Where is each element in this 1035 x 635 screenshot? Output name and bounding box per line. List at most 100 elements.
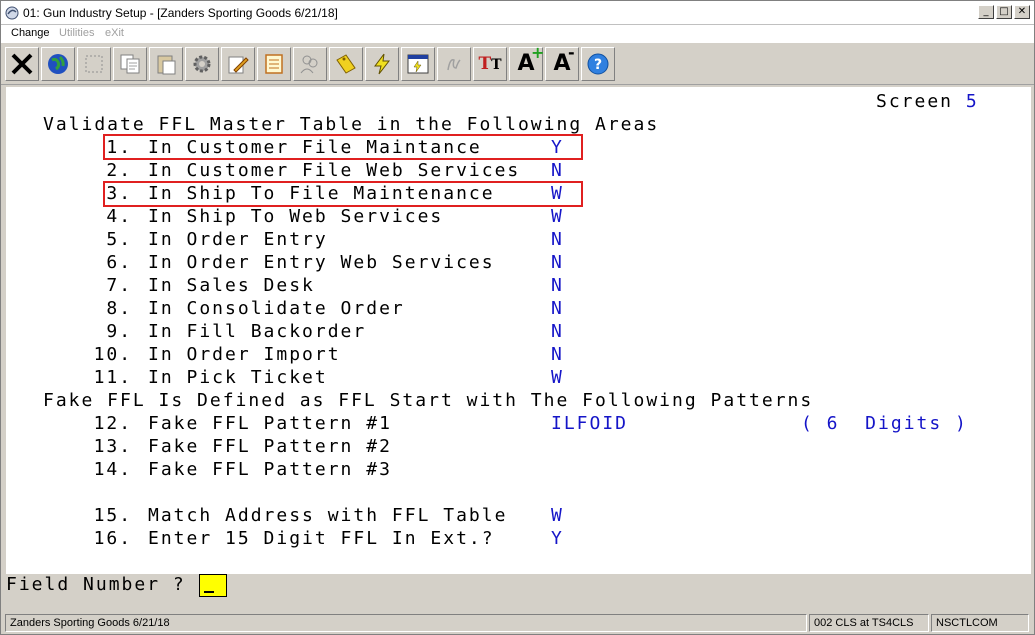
globe-tool-button[interactable]	[41, 47, 75, 81]
font-decrease-icon: A-	[553, 43, 575, 76]
menu-change[interactable]: Change	[11, 27, 50, 39]
field-label: In Sales Desk	[148, 275, 315, 296]
status-company: Zanders Sporting Goods 6/21/18	[5, 614, 807, 632]
field-label: In Ship To Web Services	[148, 206, 444, 227]
paste-icon	[157, 55, 176, 75]
field-label: In Order Entry Web Services	[148, 252, 495, 273]
x-icon	[11, 53, 33, 75]
field-label: Fake FFL Pattern #3	[148, 459, 392, 480]
users-icon	[300, 55, 318, 74]
field-label: Fake FFL Pattern #1	[148, 413, 392, 434]
pencil-icon	[228, 56, 249, 74]
highlight-field-1	[103, 134, 583, 160]
field-value[interactable]: N	[551, 252, 564, 273]
field-label: In Consolidate Order	[148, 298, 405, 319]
field-label: In Order Import	[148, 344, 341, 365]
field-number: 5.	[106, 229, 133, 250]
select-tool-button[interactable]	[77, 47, 111, 81]
text-cursor	[204, 591, 214, 593]
globe-icon	[48, 54, 68, 74]
status-program: NSCTLCOM	[931, 614, 1029, 632]
field-number: 8.	[106, 298, 133, 319]
edit-tool-button[interactable]	[221, 47, 255, 81]
field-value[interactable]: W	[551, 505, 564, 526]
gear-icon	[193, 55, 211, 73]
field-label: Fake FFL Pattern #2	[148, 436, 392, 457]
field-value[interactable]: ILFOID	[551, 413, 628, 434]
field-label: In Order Entry	[148, 229, 328, 250]
script-tool-button[interactable]	[437, 47, 471, 81]
field-value[interactable]: N	[551, 298, 564, 319]
maximize-button[interactable]: □	[996, 5, 1012, 19]
field-value[interactable]: N	[551, 344, 564, 365]
field-number: 14.	[93, 459, 133, 480]
prompt-label: Field Number ?	[6, 574, 186, 595]
field-value[interactable]: N	[551, 321, 564, 342]
font-increase-tool-button[interactable]: A +	[509, 43, 545, 81]
font-increase-icon: A +	[517, 43, 545, 76]
help-icon: ?	[587, 53, 609, 75]
font-decrease-tool-button[interactable]: A-	[545, 43, 579, 81]
window-title: 01: Gun Industry Setup - [Zanders Sporti…	[23, 6, 338, 20]
screen-indicator: Screen 5	[876, 91, 979, 112]
field-number: 4.	[106, 206, 133, 227]
close-button[interactable]: ✕	[1014, 5, 1030, 19]
field-number: 11.	[93, 367, 133, 388]
font-tool-button[interactable]: TT	[473, 47, 507, 81]
lightning-tool-button[interactable]	[365, 47, 399, 81]
field-label: Match Address with FFL Table	[148, 505, 508, 526]
tag-icon	[336, 54, 356, 74]
notes-tool-button[interactable]	[257, 47, 291, 81]
menu-bar: Change Utilities eXit	[1, 25, 1034, 43]
prompt-area: Field Number ?	[6, 574, 1031, 604]
field-label: In Customer File Web Services	[148, 160, 521, 181]
field-value[interactable]: Y	[551, 528, 564, 549]
copy-tool-button[interactable]	[113, 47, 147, 81]
app-window: 01: Gun Industry Setup - [Zanders Sporti…	[0, 0, 1035, 635]
status-session: 002 CLS at TS4CLS	[809, 614, 929, 632]
field-number: 2.	[106, 160, 133, 181]
svg-text:?: ?	[594, 57, 602, 73]
settings-tool-button[interactable]	[185, 47, 219, 81]
section-title-validate: Validate FFL Master Table in the Followi…	[43, 114, 660, 135]
app-icon	[5, 6, 19, 20]
section-title-fake-ffl: Fake FFL Is Defined as FFL Start with Th…	[43, 390, 814, 411]
copy-icon	[120, 54, 140, 74]
run-tool-button[interactable]	[401, 47, 435, 81]
field-value[interactable]: W	[551, 367, 564, 388]
tag-tool-button[interactable]	[329, 47, 363, 81]
field-number-input[interactable]	[199, 574, 227, 597]
field-value[interactable]: N	[551, 160, 564, 181]
users-tool-button[interactable]	[293, 47, 327, 81]
blank-icon	[85, 55, 103, 73]
field-label: In Fill Backorder	[148, 321, 367, 342]
minimize-button[interactable]: _	[978, 5, 994, 19]
field-value[interactable]: N	[551, 229, 564, 250]
field-number: 12.	[93, 413, 133, 434]
screen-label: Screen	[876, 91, 954, 112]
run-window-icon	[407, 54, 429, 74]
paste-tool-button[interactable]	[149, 47, 183, 81]
field-number: 13.	[93, 436, 133, 457]
toolbar: TT A + A- ?	[1, 43, 1034, 85]
close-tool-button[interactable]	[5, 47, 39, 81]
field-value[interactable]: N	[551, 275, 564, 296]
terminal-screen: Screen 5 Validate FFL Master Table in th…	[6, 87, 1031, 574]
notepad-icon	[265, 54, 283, 74]
menu-exit[interactable]: eXit	[105, 27, 124, 39]
help-tool-button[interactable]: ?	[581, 47, 615, 81]
field-number: 6.	[106, 252, 133, 273]
screen-number: 5	[965, 91, 979, 112]
status-bar: Zanders Sporting Goods 6/21/18 002 CLS a…	[1, 612, 1034, 634]
field-value[interactable]: W	[551, 206, 564, 227]
field-label: Enter 15 Digit FFL In Ext.?	[148, 528, 495, 549]
field-number: 7.	[106, 275, 133, 296]
field-label: In Pick Ticket	[148, 367, 328, 388]
menu-utilities[interactable]: Utilities	[59, 27, 94, 39]
title-bar: 01: Gun Industry Setup - [Zanders Sporti…	[1, 1, 1034, 25]
script-icon	[447, 58, 461, 71]
field-number: 16.	[93, 528, 133, 549]
field-number: 9.	[106, 321, 133, 342]
lightning-icon	[374, 53, 391, 75]
highlight-field-3	[103, 181, 583, 207]
